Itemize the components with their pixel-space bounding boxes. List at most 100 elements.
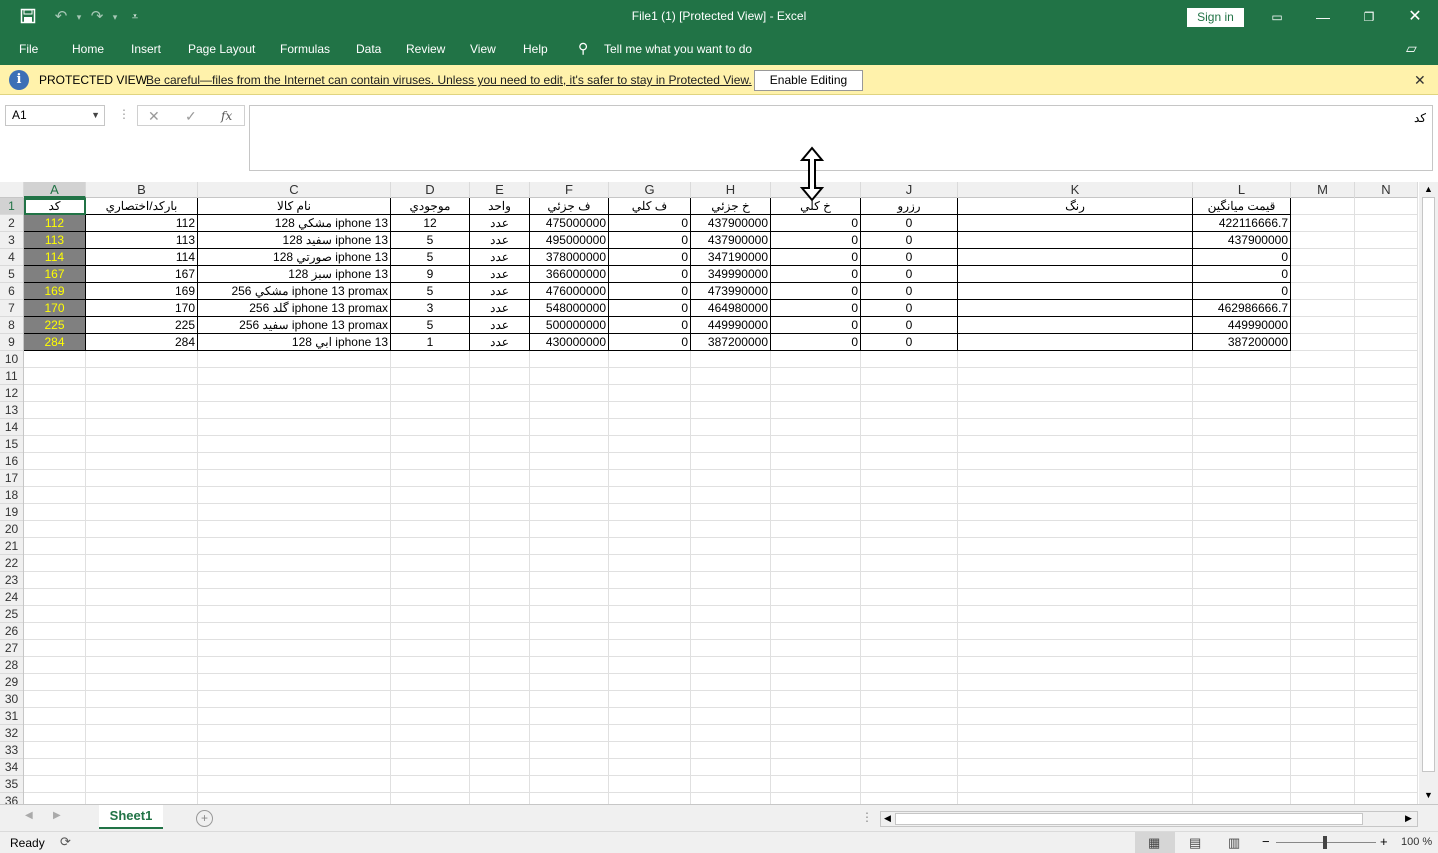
cell[interactable]: [958, 606, 1193, 623]
cell[interactable]: [1193, 623, 1291, 640]
cell[interactable]: [470, 708, 530, 725]
cell[interactable]: [609, 606, 691, 623]
cell[interactable]: [609, 487, 691, 504]
cell[interactable]: [391, 419, 470, 436]
row-header[interactable]: 8: [0, 317, 23, 334]
cell[interactable]: [391, 691, 470, 708]
scroll-thumb[interactable]: [1422, 197, 1435, 772]
cell[interactable]: [391, 555, 470, 572]
cell[interactable]: [958, 300, 1193, 317]
cell[interactable]: [609, 504, 691, 521]
cell[interactable]: [1291, 589, 1355, 606]
cell[interactable]: [771, 487, 861, 504]
cell[interactable]: [86, 402, 198, 419]
cell[interactable]: عدد: [470, 266, 530, 283]
cell[interactable]: رزرو: [861, 198, 958, 215]
cell[interactable]: [1193, 742, 1291, 759]
row-header[interactable]: 34: [0, 759, 23, 776]
row-header[interactable]: 17: [0, 470, 23, 487]
cell[interactable]: [691, 572, 771, 589]
cell[interactable]: [24, 402, 86, 419]
cell[interactable]: [391, 606, 470, 623]
cell[interactable]: [1291, 470, 1355, 487]
zoom-in-icon[interactable]: +: [1380, 834, 1388, 849]
cell[interactable]: [771, 572, 861, 589]
cell[interactable]: [198, 555, 391, 572]
cell[interactable]: [771, 606, 861, 623]
row-header[interactable]: 28: [0, 657, 23, 674]
cell[interactable]: 437900000: [1193, 232, 1291, 249]
cell[interactable]: [470, 657, 530, 674]
cell[interactable]: 12: [391, 215, 470, 232]
cell[interactable]: 113: [86, 232, 198, 249]
cell[interactable]: [391, 436, 470, 453]
cell[interactable]: [958, 334, 1193, 351]
cells[interactable]: کد بارکد/اختصاري نام کالا موجودي واحد ف جزئي ف…: [24, 198, 1418, 804]
cell[interactable]: [958, 385, 1193, 402]
cell[interactable]: [1193, 470, 1291, 487]
row-header[interactable]: 25: [0, 606, 23, 623]
cell[interactable]: [1291, 283, 1355, 300]
cell[interactable]: [861, 742, 958, 759]
cell[interactable]: [391, 470, 470, 487]
cell[interactable]: 0: [861, 249, 958, 266]
ribbon-display-options-icon[interactable]: ▭: [1254, 0, 1300, 34]
cell[interactable]: رنگ: [958, 198, 1193, 215]
cell[interactable]: [1291, 249, 1355, 266]
cell[interactable]: [1193, 385, 1291, 402]
cell[interactable]: [198, 776, 391, 793]
cell[interactable]: 3: [391, 300, 470, 317]
cell[interactable]: [1291, 385, 1355, 402]
customize-toolbar-icon[interactable]: ⩡: [124, 8, 146, 26]
cell[interactable]: [530, 793, 609, 804]
cell[interactable]: [1355, 453, 1418, 470]
comments-icon[interactable]: ▱: [1406, 40, 1417, 57]
cell[interactable]: [86, 470, 198, 487]
cell[interactable]: عدد: [470, 300, 530, 317]
cell[interactable]: [198, 572, 391, 589]
row-header[interactable]: 32: [0, 725, 23, 742]
cell[interactable]: [691, 776, 771, 793]
cell[interactable]: [1291, 538, 1355, 555]
cell[interactable]: [24, 776, 86, 793]
cell[interactable]: [958, 521, 1193, 538]
cell[interactable]: [771, 402, 861, 419]
cell[interactable]: سبز 128 iphone 13: [198, 266, 391, 283]
cell[interactable]: گلد 256 iphone 13 promax: [198, 300, 391, 317]
drag-handle-icon[interactable]: ⋮: [118, 107, 130, 121]
cell[interactable]: سفيد 256 iphone 13 promax: [198, 317, 391, 334]
row-header[interactable]: 4: [0, 249, 23, 266]
column-header[interactable]: D: [391, 182, 470, 198]
cell[interactable]: [24, 708, 86, 725]
cell[interactable]: [609, 368, 691, 385]
cell[interactable]: [861, 725, 958, 742]
cell[interactable]: [609, 657, 691, 674]
cell[interactable]: سفيد 128 iphone 13: [198, 232, 391, 249]
cell[interactable]: [470, 589, 530, 606]
cell[interactable]: کد: [24, 198, 86, 215]
cell[interactable]: 347190000: [691, 249, 771, 266]
cell[interactable]: [1193, 538, 1291, 555]
column-header[interactable]: B: [86, 182, 198, 198]
cell[interactable]: [391, 776, 470, 793]
column-header[interactable]: L: [1193, 182, 1291, 198]
column-header[interactable]: M: [1291, 182, 1355, 198]
cell[interactable]: [1355, 589, 1418, 606]
cell[interactable]: [530, 759, 609, 776]
column-header[interactable]: G: [609, 182, 691, 198]
cell[interactable]: [1193, 759, 1291, 776]
cell[interactable]: [24, 368, 86, 385]
cell[interactable]: [1291, 640, 1355, 657]
row-header[interactable]: 20: [0, 521, 23, 538]
cell[interactable]: [609, 623, 691, 640]
tab-help[interactable]: Help: [523, 42, 548, 56]
cell[interactable]: [861, 470, 958, 487]
protected-view-message[interactable]: Be careful—files from the Internet can c…: [146, 73, 752, 87]
sheet-tab[interactable]: Sheet1: [99, 805, 163, 829]
cell[interactable]: [530, 487, 609, 504]
cell[interactable]: [391, 504, 470, 521]
cell[interactable]: [86, 691, 198, 708]
cell[interactable]: [470, 368, 530, 385]
cell[interactable]: [530, 368, 609, 385]
cell[interactable]: [1355, 368, 1418, 385]
